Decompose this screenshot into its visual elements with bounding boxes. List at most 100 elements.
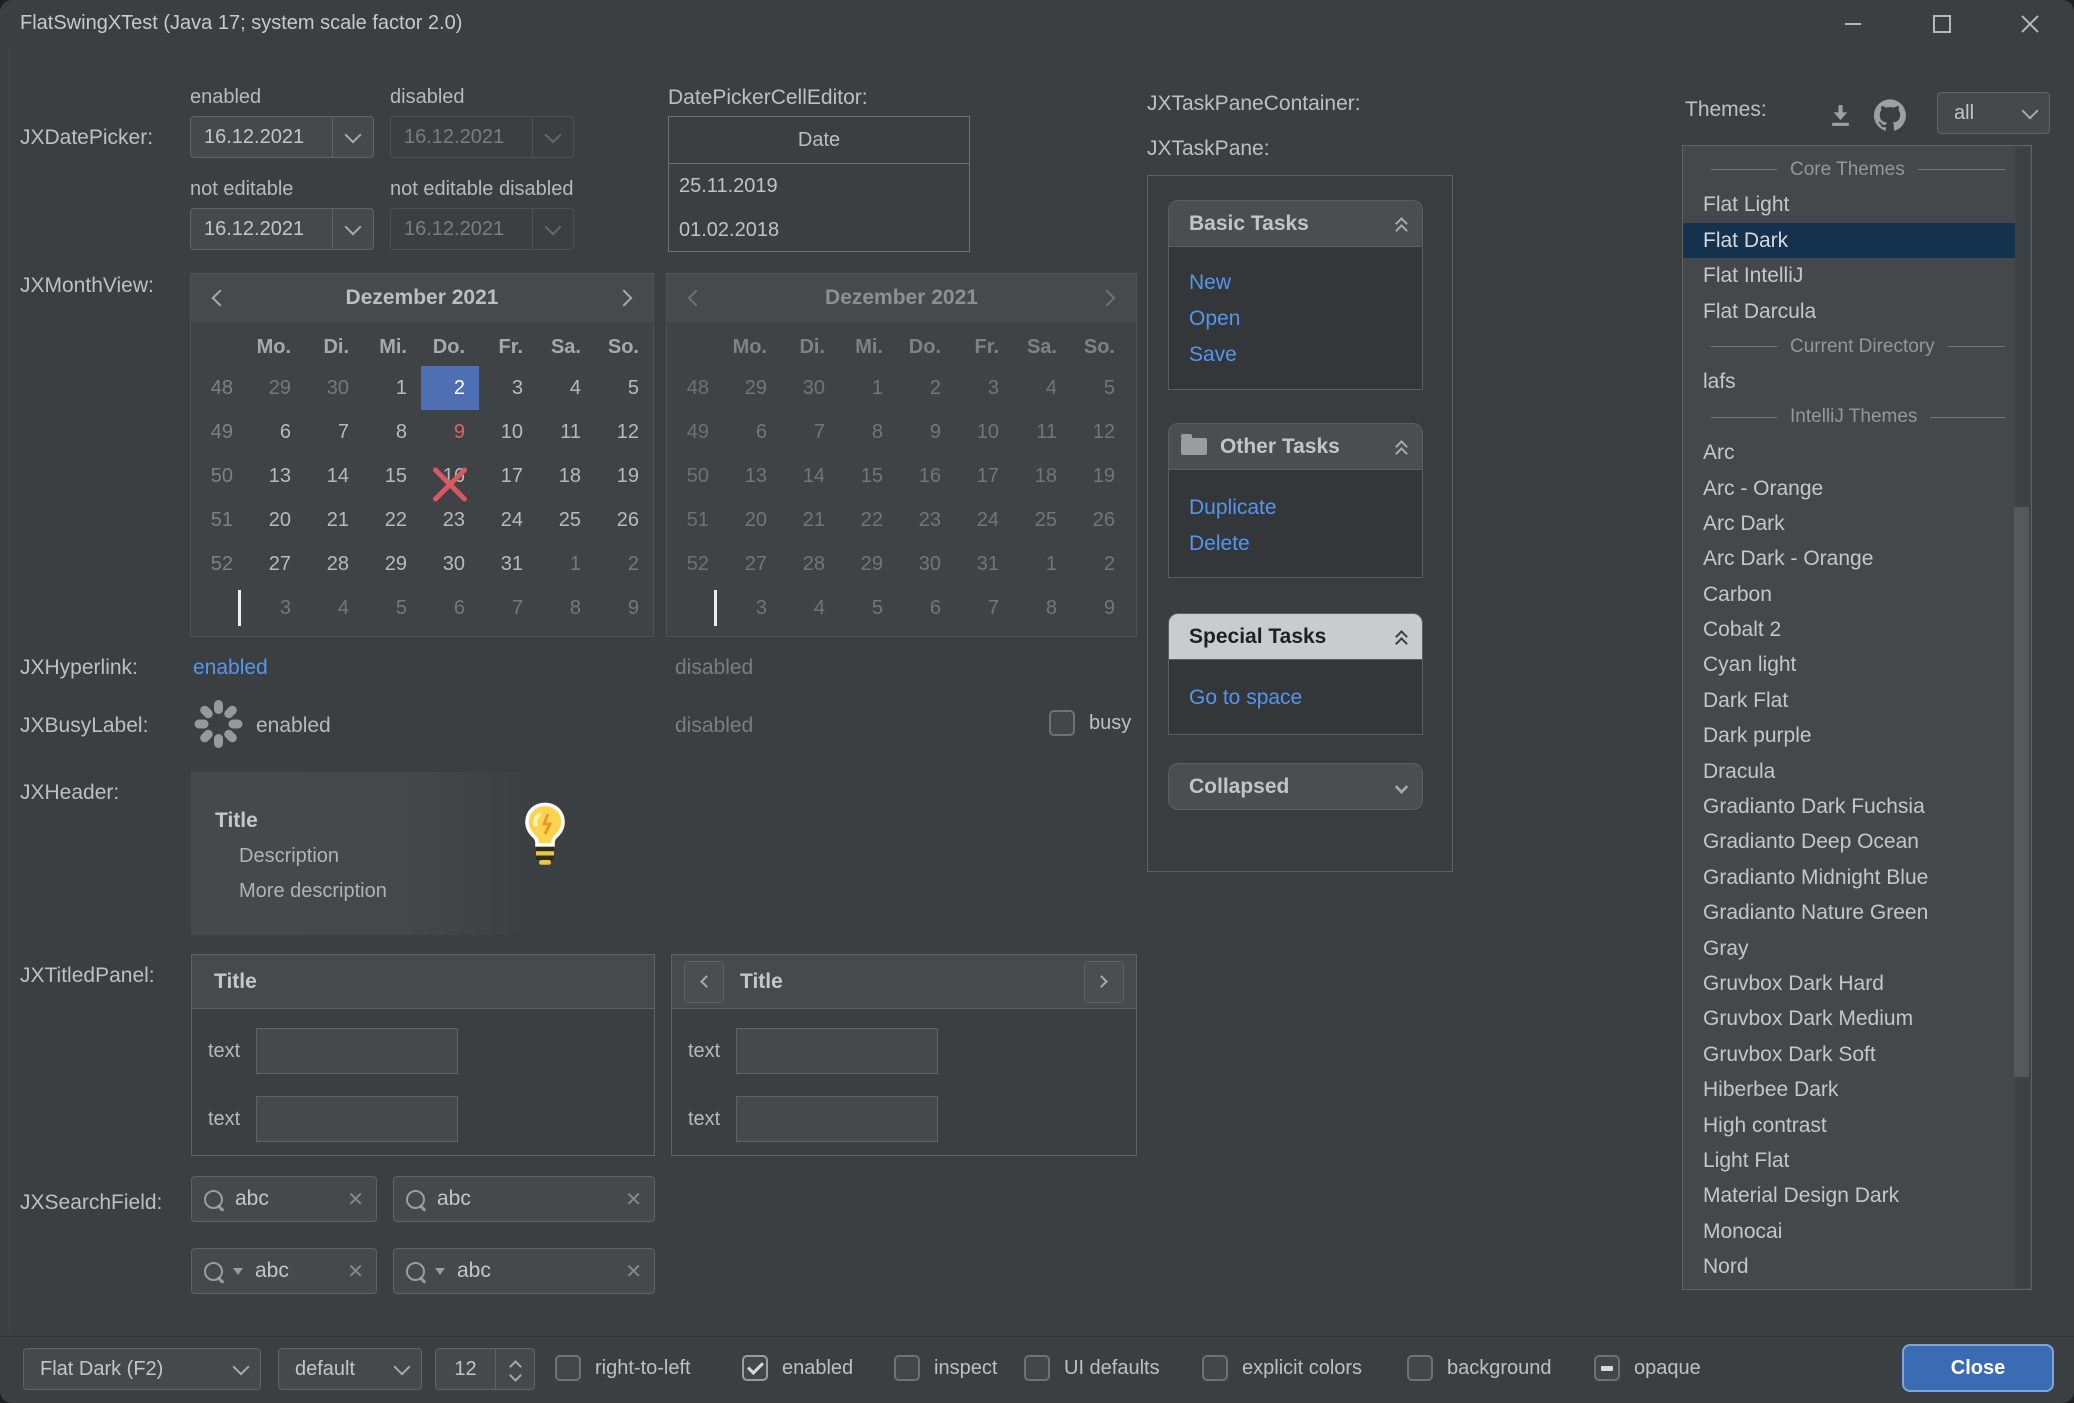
scrollbar-track[interactable] xyxy=(2015,147,2030,1288)
theme-item-lafs[interactable]: lafs xyxy=(1683,364,2015,399)
theme-item-dark-purple[interactable]: Dark purple xyxy=(1683,718,2015,753)
calendar-day[interactable]: 19 xyxy=(595,454,653,498)
calendar-day[interactable]: 29 xyxy=(363,542,421,586)
theme-item-flat-darcula[interactable]: Flat Darcula xyxy=(1683,294,2015,329)
calendar-day[interactable]: 18 xyxy=(537,454,595,498)
calendar-day[interactable]: 1 xyxy=(537,542,595,586)
checkbox-ui-defaults[interactable]: UI defaults xyxy=(1024,1355,1160,1381)
theme-item-arc-dark-orange[interactable]: Arc Dark - Orange xyxy=(1683,541,2015,576)
taskpane-header[interactable]: Special Tasks xyxy=(1168,613,1423,660)
checkbox-box[interactable] xyxy=(894,1355,920,1381)
theme-item-cyan-light[interactable]: Cyan light xyxy=(1683,647,2015,682)
calendar-day[interactable]: 5 xyxy=(363,586,421,630)
taskpane-link-open[interactable]: Open xyxy=(1189,307,1240,331)
theme-item-flat-light[interactable]: Flat Light xyxy=(1683,187,2015,222)
theme-item-high-contrast[interactable]: High contrast xyxy=(1683,1108,2015,1143)
table-column-header[interactable]: Date xyxy=(669,117,969,164)
theme-item-gradianto-nature-green[interactable]: Gradianto Nature Green xyxy=(1683,895,2015,930)
themes-list[interactable]: Core ThemesFlat LightFlat DarkFlat Intel… xyxy=(1682,145,2032,1290)
calendar-day[interactable]: 9 xyxy=(421,410,479,454)
search-field[interactable]: abc ✕ xyxy=(393,1176,655,1222)
laf-combo[interactable]: Flat Dark (F2) xyxy=(23,1348,261,1390)
theme-item-dark-flat[interactable]: Dark Flat xyxy=(1683,683,2015,718)
table-row[interactable]: 25.11.2019 xyxy=(669,164,969,208)
calendar-day[interactable]: 30 xyxy=(421,542,479,586)
github-button[interactable] xyxy=(1868,94,1912,136)
theme-item-gruvbox-dark-hard[interactable]: Gruvbox Dark Hard xyxy=(1683,966,2015,1001)
spinner-buttons[interactable] xyxy=(495,1349,534,1389)
monthview-enabled[interactable]: Dezember 2021 Mo.Di.Mi.Do.Fr.Sa.So.48293… xyxy=(190,273,654,637)
maximize-button[interactable] xyxy=(1911,0,1973,48)
checkbox-busy[interactable]: busy xyxy=(1049,710,1131,736)
theme-item-material-design-dark[interactable]: Material Design Dark xyxy=(1683,1178,2015,1213)
celleditor-table[interactable]: Date 25.11.2019 01.02.2018 xyxy=(668,116,970,252)
calendar-day[interactable]: 29 xyxy=(247,366,305,410)
theme-item-flat-dark[interactable]: Flat Dark xyxy=(1683,223,2015,258)
collapse-icon[interactable] xyxy=(1397,630,1406,644)
checkbox-box[interactable] xyxy=(1024,1355,1050,1381)
datepicker-dropdown-button[interactable] xyxy=(332,209,373,249)
calendar-day[interactable]: 25 xyxy=(537,498,595,542)
checkbox-right-to-left[interactable]: right-to-left xyxy=(555,1355,691,1381)
calendar-day[interactable]: 13 xyxy=(247,454,305,498)
table-row[interactable]: 01.02.2018 xyxy=(669,208,969,252)
calendar-day[interactable]: 8 xyxy=(537,586,595,630)
calendar-day[interactable]: 15 xyxy=(363,454,421,498)
datepicker-value[interactable]: 16.12.2021 xyxy=(191,126,332,149)
search-menu-caret-icon[interactable] xyxy=(233,1268,243,1275)
hyperlink-enabled[interactable]: enabled xyxy=(193,656,268,680)
prev-month-icon[interactable] xyxy=(212,290,229,307)
spinner-down-icon[interactable] xyxy=(509,1369,522,1382)
checkbox-box[interactable] xyxy=(1594,1355,1620,1381)
search-menu-caret-icon[interactable] xyxy=(435,1268,445,1275)
taskpane-link-delete[interactable]: Delete xyxy=(1189,532,1250,556)
calendar-day[interactable]: 14 xyxy=(305,454,363,498)
text-input[interactable] xyxy=(256,1096,458,1142)
calendar-day[interactable]: 8 xyxy=(363,410,421,454)
theme-item-flat-intellij[interactable]: Flat IntelliJ xyxy=(1683,258,2015,293)
download-themes-button[interactable] xyxy=(1820,96,1860,134)
scrollbar-thumb[interactable] xyxy=(2014,507,2029,1077)
checkbox-box[interactable] xyxy=(1202,1355,1228,1381)
collapse-icon[interactable] xyxy=(1397,440,1406,454)
taskpane-link-duplicate[interactable]: Duplicate xyxy=(1189,496,1277,520)
clear-search-icon[interactable]: ✕ xyxy=(347,1187,364,1212)
calendar-day[interactable]: 4 xyxy=(305,586,363,630)
theme-item-hiberbee-dark[interactable]: Hiberbee Dark xyxy=(1683,1072,2015,1107)
checkbox-background[interactable]: background xyxy=(1407,1355,1552,1381)
calendar-day[interactable]: 26 xyxy=(595,498,653,542)
calendar-day[interactable]: 9 xyxy=(595,586,653,630)
calendar-day[interactable]: 7 xyxy=(479,586,537,630)
collapse-icon[interactable] xyxy=(1397,217,1406,231)
calendar-day[interactable]: 31 xyxy=(479,542,537,586)
checkbox-box[interactable] xyxy=(555,1355,581,1381)
title-bar[interactable]: FlatSwingXTest (Java 17; system scale fa… xyxy=(0,0,2074,48)
style-combo[interactable]: default xyxy=(278,1348,422,1390)
theme-item-cobalt-2[interactable]: Cobalt 2 xyxy=(1683,612,2015,647)
calendar-day[interactable]: 3 xyxy=(479,366,537,410)
theme-item-arc-dark[interactable]: Arc Dark xyxy=(1683,506,2015,541)
theme-item-light-flat[interactable]: Light Flat xyxy=(1683,1143,2015,1178)
theme-item-gruvbox-dark-soft[interactable]: Gruvbox Dark Soft xyxy=(1683,1037,2015,1072)
calendar-day[interactable]: 1 xyxy=(363,366,421,410)
calendar-day[interactable]: 27 xyxy=(247,542,305,586)
theme-item-carbon[interactable]: Carbon xyxy=(1683,577,2015,612)
titledpanel-right-button[interactable] xyxy=(1084,961,1124,1003)
theme-item-dracula[interactable]: Dracula xyxy=(1683,754,2015,789)
calendar-day[interactable]: 2 xyxy=(595,542,653,586)
checkbox-enabled[interactable]: enabled xyxy=(742,1355,853,1381)
theme-item-gradianto-deep-ocean[interactable]: Gradianto Deep Ocean xyxy=(1683,824,2015,859)
expand-icon[interactable] xyxy=(1397,784,1406,790)
taskpane-header[interactable]: Basic Tasks xyxy=(1168,200,1423,247)
text-input[interactable] xyxy=(736,1096,938,1142)
theme-item-gruvbox-dark-medium[interactable]: Gruvbox Dark Medium xyxy=(1683,1001,2015,1036)
search-text[interactable]: abc xyxy=(235,1187,335,1211)
theme-item-arc-orange[interactable]: Arc - Orange xyxy=(1683,471,2015,506)
datepicker-not-editable[interactable]: 16.12.2021 xyxy=(190,208,374,250)
search-text[interactable]: abc xyxy=(457,1259,613,1283)
calendar-day[interactable]: 6 xyxy=(247,410,305,454)
minimize-button[interactable] xyxy=(1822,0,1884,48)
taskpane-header[interactable]: Collapsed xyxy=(1168,763,1423,810)
checkbox-box[interactable] xyxy=(1407,1355,1433,1381)
theme-item-nord[interactable]: Nord xyxy=(1683,1249,2015,1284)
